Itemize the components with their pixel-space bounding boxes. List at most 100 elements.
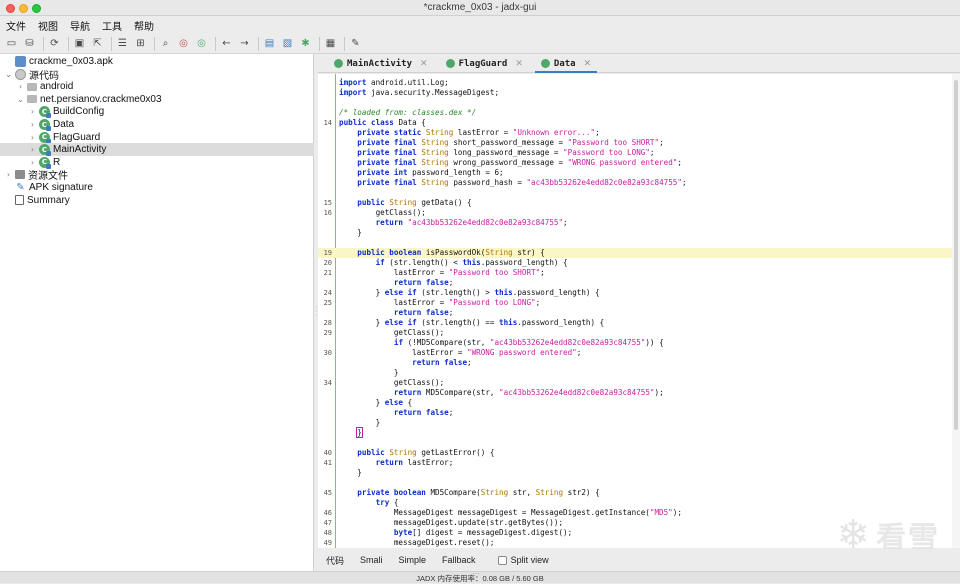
code-line[interactable]: return false; [318, 278, 960, 288]
code-line[interactable]: import java.security.MessageDigest; [318, 88, 960, 98]
code-line[interactable]: 19 public boolean isPasswordOk(String st… [318, 248, 960, 258]
code-line[interactable]: 21 lastError = "Password too SHORT"; [318, 268, 960, 278]
menu-navigation[interactable]: 导航 [70, 18, 90, 33]
code-line[interactable]: } else { [318, 398, 960, 408]
tree-item[interactable]: ⌄ 源代码 [0, 68, 314, 82]
save-all-icon[interactable]: ⛁ [22, 36, 37, 51]
debug-icon[interactable]: ✱ [298, 36, 313, 51]
code-line[interactable] [318, 238, 960, 248]
code-line[interactable]: } [318, 468, 960, 478]
tab-data[interactable]: Data ✕ [534, 55, 598, 73]
tree-item[interactable]: Summary [0, 194, 314, 207]
expand-chevron-icon[interactable]: › [16, 82, 25, 91]
status-bar: ⋯ JADX 内存使用率：0.08 GB / 5.60 GB [0, 569, 960, 583]
code-line[interactable]: private final String password_hash = "ac… [318, 178, 960, 188]
mode-tab-code[interactable]: 代码 [326, 554, 344, 567]
code-line[interactable]: } [318, 368, 960, 378]
code-line[interactable]: } [318, 418, 960, 428]
search-usage-icon[interactable]: ◎ [194, 36, 209, 51]
menu-view[interactable]: 视图 [38, 18, 58, 33]
code-line[interactable]: try { [318, 498, 960, 508]
code-line[interactable]: 16 getClass(); [318, 208, 960, 218]
search-icon[interactable]: ⌕ [158, 36, 173, 51]
menu-file[interactable]: 文件 [6, 18, 26, 33]
expand-chevron-icon[interactable]: › [4, 170, 13, 179]
tree-item[interactable]: › C FlagGuard [0, 131, 314, 144]
expand-chevron-icon[interactable]: › [28, 145, 37, 154]
expand-chevron-icon[interactable]: › [28, 120, 37, 129]
menu-help[interactable]: 帮助 [134, 18, 154, 33]
code-line[interactable] [318, 478, 960, 488]
split-view-checkbox[interactable] [497, 555, 507, 565]
code-line[interactable] [318, 188, 960, 198]
code-line[interactable] [318, 98, 960, 108]
code-editor[interactable]: import android.util.Log; import java.secu… [318, 74, 960, 548]
editor-scrollbar-thumb[interactable] [954, 80, 958, 430]
code-line[interactable]: return false; [318, 408, 960, 418]
tree-item[interactable]: › C Data [0, 118, 314, 131]
packages-icon[interactable]: ⊞ [133, 36, 148, 51]
code-line[interactable]: private final String wrong_password_mess… [318, 158, 960, 168]
code-line[interactable]: import android.util.Log; [318, 78, 960, 88]
expand-chevron-icon[interactable]: › [28, 133, 37, 142]
code-line[interactable]: } [318, 228, 960, 238]
code-line[interactable]: private static String lastError = "Unkno… [318, 128, 960, 138]
code-line[interactable]: private int password_length = 6; [318, 168, 960, 178]
code-line[interactable]: 14 public class Data { [318, 118, 960, 128]
sync-icon[interactable]: ⟳ [47, 36, 62, 51]
code-line[interactable]: 25 lastError = "Password too LONG"; [318, 298, 960, 308]
code-line[interactable]: return false; [318, 308, 960, 318]
code-line[interactable]: } [318, 427, 960, 438]
code-line[interactable]: 24 } else if (str.length() > this.passwo… [318, 288, 960, 298]
code-line[interactable]: return MD5Compare(str, "ac43bb53262e4edd… [318, 388, 960, 398]
close-icon[interactable]: ✕ [515, 59, 523, 69]
code-line[interactable]: 40 public String getLastError() { [318, 448, 960, 458]
deobf-icon[interactable]: ▧ [280, 36, 295, 51]
tree-item[interactable]: ⌄ net.persianov.crackme0x03 [0, 93, 314, 106]
search-class-icon[interactable]: ◎ [176, 36, 191, 51]
code-line[interactable]: 15 public String getData() { [318, 198, 960, 208]
code-line[interactable]: 28 } else if (str.length() == this.passw… [318, 318, 960, 328]
tree-item[interactable]: › C MainActivity [0, 143, 314, 157]
code-line[interactable]: 45 private boolean MD5Compare(String str… [318, 488, 960, 498]
code-line[interactable]: private final String short_password_mess… [318, 138, 960, 148]
expand-chevron-icon[interactable]: › [28, 107, 37, 116]
save-icon[interactable]: ▣ [72, 36, 87, 51]
decompile-icon[interactable]: ▤ [262, 36, 277, 51]
forward-icon[interactable]: → [237, 36, 252, 51]
code-line[interactable]: return "ac43bb53262e4edd82c0e82a93c84755… [318, 218, 960, 228]
code-line[interactable]: return false; [318, 358, 960, 368]
tab-mainactivity[interactable]: MainActivity ✕ [328, 55, 434, 72]
flatten-icon[interactable]: ☰ [115, 36, 130, 51]
tree-item[interactable]: ✎ APK signature [0, 181, 314, 194]
code-text: } [339, 468, 362, 477]
code-line[interactable]: /* loaded from: classes.dex */ [318, 108, 960, 118]
log-icon[interactable]: ▦ [323, 36, 338, 51]
code-line[interactable]: 20 if (str.length() < this.password_leng… [318, 258, 960, 268]
export-icon[interactable]: ⇱ [90, 36, 105, 51]
split-view-toggle[interactable]: Split view [497, 555, 549, 565]
mode-tab-smali[interactable]: Smali [360, 555, 383, 565]
mode-tab-simple[interactable]: Simple [399, 555, 427, 565]
expand-chevron-icon[interactable]: › [28, 158, 37, 167]
code-line[interactable]: if (!MD5Compare(str, "ac43bb53262e4edd82… [318, 338, 960, 348]
code-line[interactable]: 29 getClass(); [318, 328, 960, 338]
code-line[interactable]: 41 return lastError; [318, 458, 960, 468]
code-line[interactable] [318, 438, 960, 448]
tree-item[interactable]: › 资源文件 [0, 168, 314, 182]
close-icon[interactable]: ✕ [584, 59, 592, 69]
code-line[interactable]: 34 getClass(); [318, 378, 960, 388]
menu-tools[interactable]: 工具 [102, 18, 122, 33]
tab-flagguard[interactable]: FlagGuard ✕ [440, 55, 529, 72]
mode-tab-fallback[interactable]: Fallback [442, 555, 476, 565]
tree-item[interactable]: › C BuildConfig [0, 105, 314, 119]
close-icon[interactable]: ✕ [420, 59, 428, 69]
code-line[interactable]: private final String long_password_messa… [318, 148, 960, 158]
back-icon[interactable]: ← [219, 36, 234, 51]
expand-chevron-icon[interactable]: ⌄ [16, 95, 25, 104]
open-icon[interactable]: ▭ [4, 36, 19, 51]
code-line[interactable]: 30 lastError = "WRONG password entered"; [318, 348, 960, 358]
tree-item[interactable]: › android [0, 80, 314, 93]
expand-chevron-icon[interactable]: ⌄ [4, 70, 13, 79]
prefs-icon[interactable]: ✎ [348, 36, 363, 51]
